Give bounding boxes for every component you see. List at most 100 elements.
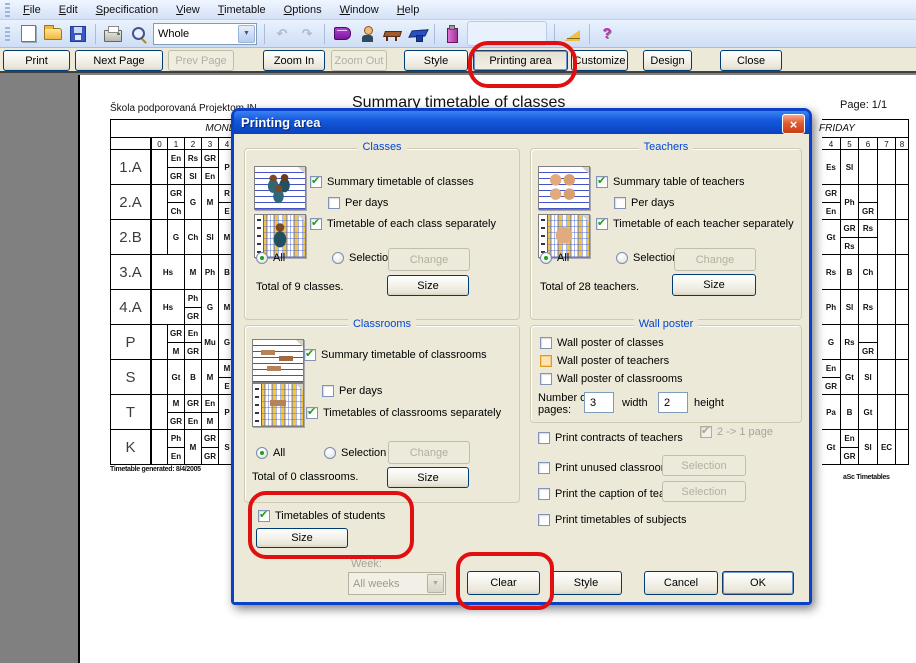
summary-timetable-of-classrooms-checkbox[interactable]: ✔	[304, 349, 316, 361]
dialog-title: Printing area	[241, 115, 320, 130]
timetable-cell: Mu	[201, 325, 218, 360]
design-button[interactable]: Design	[643, 50, 692, 71]
print-contracts-of-teachers-checkbox[interactable]	[538, 432, 550, 444]
timetable-monday: MONDAY012341.AEnGRRsSlGREnP2.AGRChGMRE2.…	[110, 119, 235, 465]
open-icon[interactable]	[43, 24, 63, 44]
lesson: Mu	[202, 325, 218, 360]
teachers-all-radio[interactable]	[540, 252, 552, 264]
class-name: 4.A	[111, 290, 151, 325]
menu-item-options[interactable]: Options	[276, 2, 330, 18]
classrooms-separate-icon-figure	[259, 388, 297, 422]
redo-glyph: ↷	[302, 27, 313, 40]
timetable-cell	[151, 325, 167, 360]
class-name: 2.B	[111, 220, 151, 255]
timetable-of-each-teacher-checkbox[interactable]: ✔	[596, 218, 608, 230]
zoom-in-button[interactable]: Zoom In	[263, 50, 325, 71]
chevron-down-icon[interactable]: ▼	[238, 25, 255, 43]
lesson-top: Rs	[859, 220, 877, 237]
print-timetables-of-subjects-checkbox[interactable]	[538, 514, 550, 526]
menu-item-window[interactable]: Window	[332, 2, 387, 18]
menu-item-specification[interactable]: Specification	[88, 2, 166, 18]
wall-poster-of-classrooms-label: Wall poster of classrooms	[557, 373, 683, 385]
teachers-selection-radio[interactable]	[616, 252, 628, 264]
size-button[interactable]: Size	[672, 274, 756, 296]
printing-area-button[interactable]: Printing area	[473, 50, 568, 71]
print-unused-classrooms-checkbox[interactable]	[538, 462, 550, 474]
wall-poster-of-classrooms-checkbox[interactable]	[540, 373, 552, 385]
close-button[interactable]: Close	[720, 50, 782, 71]
summary-timetable-of-classes-checkbox[interactable]: ✔	[310, 176, 322, 188]
timetables-of-students-checkbox[interactable]: ✔	[258, 510, 270, 522]
selection-button: Selection	[662, 481, 746, 502]
classes-per-days-checkbox[interactable]	[328, 197, 340, 209]
timetable-cell: MGR	[167, 395, 184, 430]
undo-icon: ↶	[272, 24, 292, 44]
lesson: EC	[878, 430, 895, 465]
clear-button[interactable]: Clear	[467, 571, 540, 595]
summary-table-of-teachers-checkbox[interactable]: ✔	[596, 176, 608, 188]
menu-item-help[interactable]: Help	[389, 2, 428, 18]
dialog-title-bar[interactable]: Printing area	[234, 111, 809, 134]
print-button[interactable]: Print	[3, 50, 70, 71]
table-row: GREnPhGR	[822, 184, 908, 220]
lesson-top: GR	[841, 220, 858, 237]
customize-button[interactable]: Customize	[571, 50, 628, 71]
wall-poster-of-classes-checkbox[interactable]	[540, 337, 552, 349]
new-document-icon[interactable]	[18, 24, 38, 44]
close-icon[interactable]: ×	[782, 114, 805, 134]
lesson: Gt	[822, 220, 840, 255]
generator-spray-icon[interactable]	[442, 24, 462, 44]
style-button[interactable]: Style	[404, 50, 468, 71]
size-button[interactable]: Size	[387, 467, 469, 488]
lesson-top: GR	[168, 185, 184, 202]
timetable-cell: M	[201, 185, 218, 220]
timetable-cell: Pa	[822, 395, 840, 430]
classes-per-days-label: Per days	[345, 197, 388, 209]
pages-height-input[interactable]: 2	[658, 392, 688, 413]
timetable-of-each-class-checkbox[interactable]: ✔	[310, 218, 322, 230]
classrooms-all-radio[interactable]	[256, 447, 268, 459]
lesson: Pa	[822, 395, 840, 430]
classes-all-radio[interactable]	[256, 252, 268, 264]
timetable-cell	[895, 325, 908, 360]
class-cap-icon[interactable]	[407, 24, 427, 44]
menu-item-timetable[interactable]: Timetable	[210, 2, 274, 18]
cancel-button[interactable]: Cancel	[644, 571, 718, 595]
help-question-icon[interactable]: ?	[597, 24, 617, 44]
lesson-top: GR	[822, 185, 840, 202]
subjects-book-icon[interactable]	[332, 24, 352, 44]
generated-note: Timetable generated: 8/4/2005	[110, 466, 201, 473]
teacher-person-icon[interactable]	[357, 24, 377, 44]
size-button[interactable]: Size	[256, 528, 348, 548]
classes-selection-radio[interactable]	[332, 252, 344, 264]
teachers-per-days-checkbox[interactable]	[614, 197, 626, 209]
timetable-cell: Gt	[858, 395, 877, 430]
style-button[interactable]: Style	[550, 571, 622, 595]
ok-button[interactable]: OK	[722, 571, 794, 595]
week-label: Week:	[351, 558, 382, 570]
design-ruler-icon[interactable]	[562, 24, 582, 44]
wall-poster-of-teachers-checkbox[interactable]	[540, 355, 552, 367]
classroom-desk-icon[interactable]	[382, 24, 402, 44]
menu-item-view[interactable]: View	[168, 2, 208, 18]
menu-item-edit[interactable]: Edit	[51, 2, 86, 18]
classes-summary-icon-figure	[261, 171, 299, 205]
class-name: 2.A	[111, 185, 151, 220]
lesson-top	[859, 185, 877, 202]
classrooms-selection-radio[interactable]	[324, 447, 336, 459]
print-the-caption-of-teachers-checkbox[interactable]	[538, 488, 550, 500]
classrooms-per-days-checkbox[interactable]	[322, 385, 334, 397]
print-preview-icon[interactable]	[128, 24, 148, 44]
timetables-of-classrooms-label: Timetables of classrooms separately	[323, 407, 501, 419]
timetable-cell: M	[184, 430, 201, 465]
size-button[interactable]: Size	[387, 275, 469, 296]
timetables-of-classrooms-checkbox[interactable]: ✔	[306, 407, 318, 419]
next-page-button[interactable]: Next Page	[75, 50, 163, 71]
save-icon[interactable]	[68, 24, 88, 44]
lesson-bottom: GR	[202, 447, 218, 465]
menu-item-file[interactable]: File	[15, 2, 49, 18]
timetable-cell: PhGR	[184, 290, 201, 325]
print-icon[interactable]	[103, 24, 123, 44]
zoom-combobox[interactable]: Whole▼	[153, 23, 257, 45]
pages-width-input[interactable]: 3	[584, 392, 614, 413]
